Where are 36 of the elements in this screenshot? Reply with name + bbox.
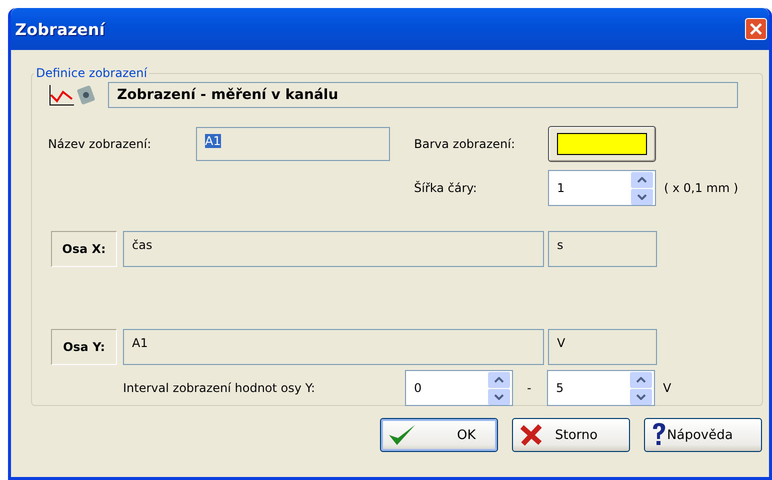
axis-unit-field[interactable]: V [548,329,657,365]
help-button[interactable]: Nápověda [644,418,762,452]
axis-name-field[interactable]: A1 [123,329,544,365]
max-spinner[interactable]: 5 [547,370,655,406]
axis-name-field[interactable]: čas [123,231,544,267]
close-button[interactable] [745,18,767,40]
cancel-button[interactable]: Storno [512,418,630,452]
chart-icon [48,83,76,107]
axis-label: Osa Y: [51,329,117,365]
width-spinner[interactable]: 1 [548,170,656,206]
close-icon [749,22,763,36]
color-button[interactable] [548,126,656,162]
field-label: Šířka čáry: [414,181,478,195]
check-icon [387,423,417,447]
unit-label: V [663,381,672,395]
window-title: Zobrazení [15,20,105,38]
separator: - [527,381,532,395]
cross-icon [519,423,543,447]
axis-unit-field[interactable]: s [548,231,657,267]
spin-down-button[interactable] [630,388,652,404]
spin-down-button[interactable] [488,388,510,404]
min-spinner[interactable]: 0 [405,370,513,406]
group-title: Definice zobrazení [35,66,148,80]
ok-button[interactable]: OK [380,418,498,452]
unit-label: ( x 0,1 mm ) [664,181,738,195]
spin-up-button[interactable] [488,372,510,388]
spin-up-button[interactable] [631,172,653,188]
interval-label: Interval zobrazení hodnot osy Y: [123,381,316,395]
axis-label: Osa X: [51,231,117,267]
header-field: Zobrazení - měření v kanálu [108,82,738,108]
spin-down-button[interactable] [631,188,653,204]
field-label: Název zobrazení: [48,137,152,151]
field-label: Barva zobrazení: [414,137,516,151]
question-icon [651,422,667,448]
spin-up-button[interactable] [630,372,652,388]
name-field[interactable]: A1 [196,127,390,161]
